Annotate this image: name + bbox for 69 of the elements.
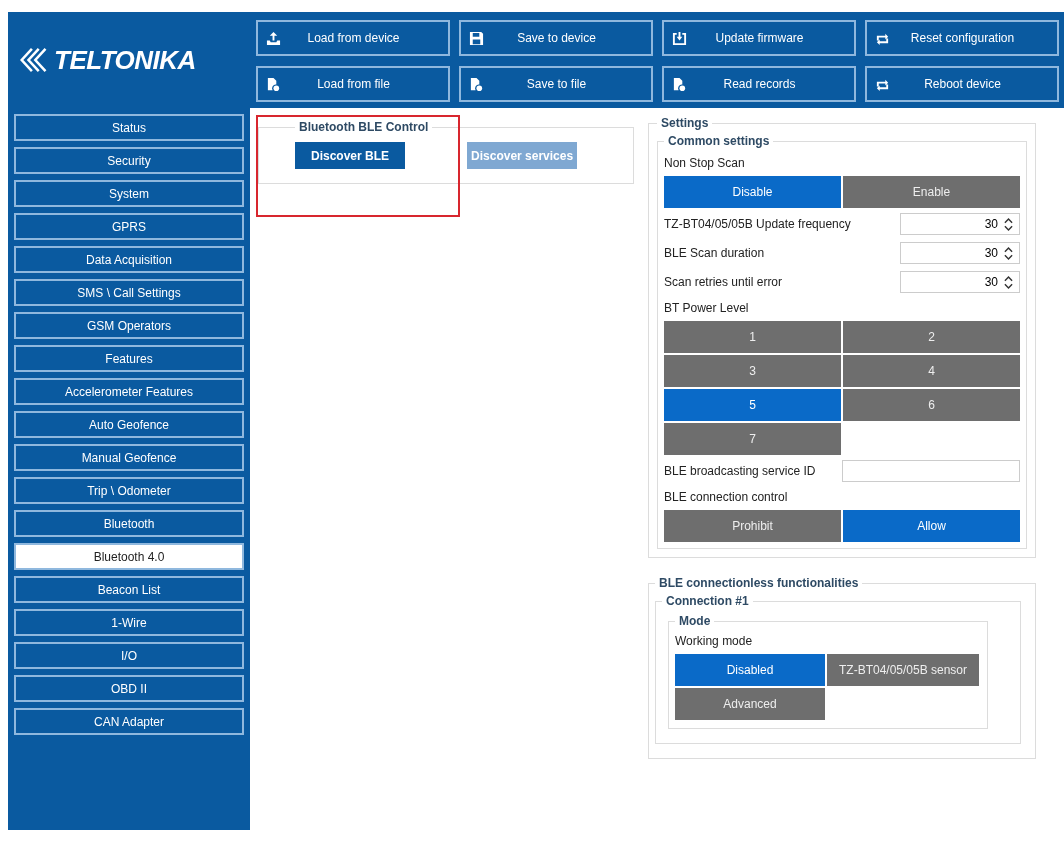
spinner-arrows-icon xyxy=(1004,246,1013,260)
field-label: TZ-BT04/05/05B Update frequency xyxy=(664,216,851,233)
sidebar-item[interactable]: Auto Geofence xyxy=(14,411,244,438)
toolbar-button[interactable]: Update firmware xyxy=(662,20,856,56)
upload-icon xyxy=(266,30,281,46)
toolbar-button[interactable]: Read records xyxy=(662,66,856,102)
download-box-icon xyxy=(672,30,687,46)
sidebar-item[interactable]: GPRS xyxy=(14,213,244,240)
number-field[interactable]: 30 xyxy=(900,242,1020,264)
group-title: Connection #1 xyxy=(665,594,750,608)
toolbar-button[interactable]: Load from file xyxy=(256,66,450,102)
sidebar-item[interactable]: OBD II xyxy=(14,675,244,702)
field-label: Working mode xyxy=(675,633,754,650)
group-title: Settings xyxy=(660,116,710,130)
sidebar-item[interactable]: CAN Adapter xyxy=(14,708,244,735)
field-label: BT Power Level xyxy=(664,300,750,317)
sidebar-item[interactable]: Trip \ Odometer xyxy=(14,477,244,504)
document-icon xyxy=(469,76,484,92)
document-icon xyxy=(266,76,281,92)
sidebar-item[interactable]: Status xyxy=(14,114,244,141)
teltonika-logo: TELTONIKA xyxy=(8,12,250,108)
field-label: BLE Scan duration xyxy=(664,245,765,262)
input-field[interactable] xyxy=(842,460,1020,482)
toolbar-button[interactable]: Reboot device xyxy=(865,66,1059,102)
discover-button[interactable]: Discover BLE xyxy=(295,142,406,169)
spinner-arrows-icon xyxy=(1004,217,1013,231)
sidebar-item[interactable]: Accelerometer Features xyxy=(14,378,244,405)
field-label: Non Stop Scan xyxy=(664,155,746,172)
sidebar-item[interactable]: Beacon List xyxy=(14,576,244,603)
sidebar-item[interactable]: GSM Operators xyxy=(14,312,244,339)
mode-option[interactable]: Advanced xyxy=(675,688,825,720)
field-label: BLE broadcasting service ID xyxy=(664,463,816,480)
sidebar-item[interactable]: Data Acquisition xyxy=(14,246,244,273)
sidebar-item[interactable]: Bluetooth xyxy=(14,510,244,537)
field-label: BLE connection control xyxy=(664,489,789,506)
sidebar-item[interactable]: System xyxy=(14,180,244,207)
toolbar-button[interactable]: Save to file xyxy=(459,66,653,102)
power-level-option[interactable]: 4 xyxy=(843,355,1020,387)
sidebar-item[interactable]: Features xyxy=(14,345,244,372)
toggle-option[interactable]: Enable xyxy=(843,176,1020,208)
sidebar-item[interactable]: I/O xyxy=(14,642,244,669)
toolbar-button[interactable]: Load from device xyxy=(256,20,450,56)
sidebar-item[interactable]: Manual Geofence xyxy=(14,444,244,471)
power-level-option[interactable]: 3 xyxy=(664,355,841,387)
spinner-arrows-icon xyxy=(1004,275,1013,289)
sidebar-item[interactable]: Bluetooth 4.0 xyxy=(14,543,244,570)
sidebar-item[interactable]: Security xyxy=(14,147,244,174)
mode-option[interactable]: Disabled xyxy=(675,654,825,686)
toolbar-button[interactable]: Reset configuration xyxy=(865,20,1059,56)
power-level-option[interactable]: 2 xyxy=(843,321,1020,353)
group-title: Mode xyxy=(678,614,712,628)
document-icon xyxy=(672,76,687,92)
number-field[interactable]: 30 xyxy=(900,271,1020,293)
power-level-option[interactable]: 6 xyxy=(843,389,1020,421)
toggle-option[interactable]: Prohibit xyxy=(664,510,841,542)
group-title: Common settings xyxy=(667,134,771,148)
sidebar-item[interactable]: 1-Wire xyxy=(14,609,244,636)
toggle-option[interactable]: Allow xyxy=(843,510,1020,542)
field-label: Scan retries until error xyxy=(664,274,783,291)
mode-option[interactable]: TZ-BT04/05/05B sensor xyxy=(827,654,979,686)
group-title: Bluetooth BLE Control xyxy=(298,120,430,134)
number-field[interactable]: 30 xyxy=(900,213,1020,235)
power-level-option[interactable]: 5 xyxy=(664,389,841,421)
sidebar-item[interactable]: SMS \ Call Settings xyxy=(14,279,244,306)
toolbar-button[interactable]: Save to device xyxy=(459,20,653,56)
power-level-option[interactable]: 7 xyxy=(664,423,841,455)
power-level-option[interactable]: 1 xyxy=(664,321,841,353)
toggle-option[interactable]: Disable xyxy=(664,176,841,208)
group-title: BLE connectionless functionalities xyxy=(658,576,860,590)
